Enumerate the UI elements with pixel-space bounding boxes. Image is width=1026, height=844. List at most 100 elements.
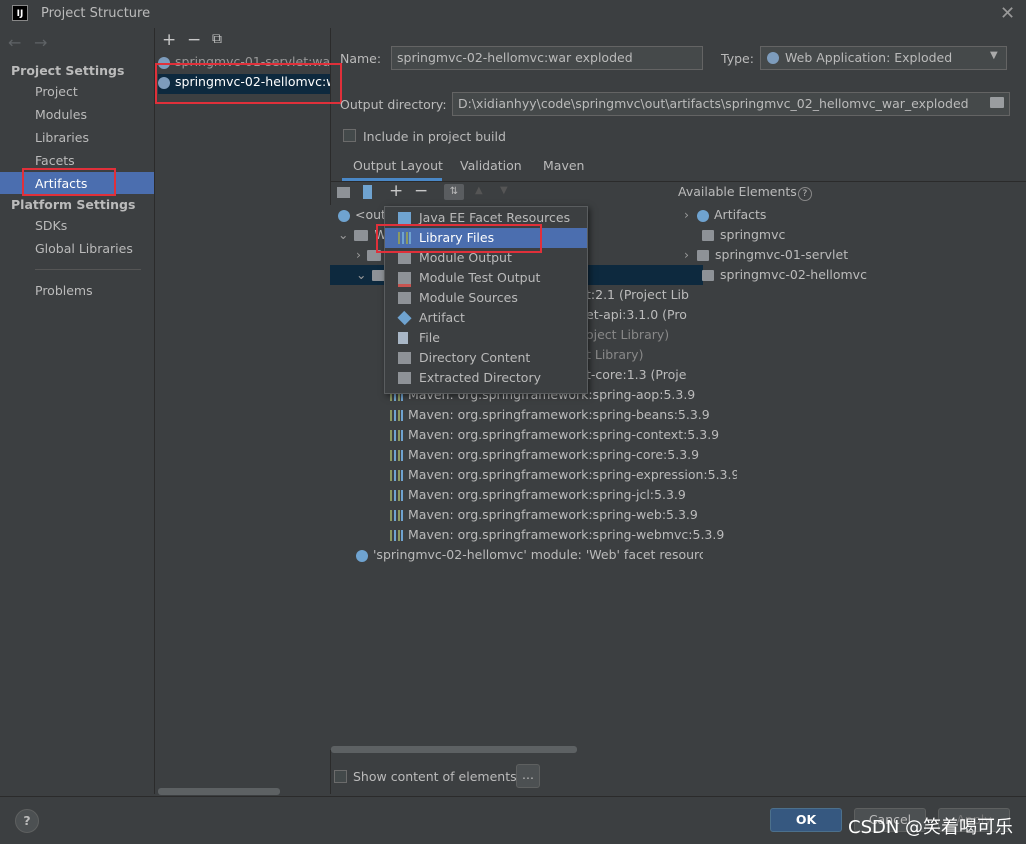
menu-item-label: File	[419, 330, 440, 345]
facet-resources-icon	[398, 212, 411, 224]
chevron-right-icon[interactable]: ›	[684, 247, 689, 262]
nav-separator	[35, 269, 141, 270]
type-select[interactable]: Web Application: Exploded	[760, 46, 1007, 70]
maven-lib-label: Maven: org.springframework:spring-jcl:5.…	[408, 487, 686, 502]
menu-item-extracted-directory[interactable]: Extracted Directory	[385, 368, 587, 388]
output-directory-field[interactable]: D:\xidianhyy\code\springmvc\out\artifact…	[452, 92, 1010, 116]
available-item-hellomvc[interactable]: springmvc-02-hellomvc	[702, 265, 867, 285]
extracted-directory-icon	[398, 372, 411, 384]
menu-item-label: Java EE Facet Resources	[419, 210, 571, 225]
library-icon	[390, 450, 403, 461]
artifacts-highlight-box	[22, 168, 116, 196]
chevron-down-icon[interactable]: ⌄	[356, 267, 366, 282]
footer-separator	[0, 796, 1026, 797]
available-item-label: springmvc	[720, 227, 786, 242]
menu-item-artifact[interactable]: Artifact	[385, 308, 587, 328]
available-elements-title: Available Elements?	[678, 184, 812, 201]
remove-element-icon[interactable]: −	[414, 181, 428, 201]
available-item-label: springmvc-02-hellomvc	[720, 267, 867, 282]
menu-item-file[interactable]: File	[385, 328, 587, 348]
window-title: Project Structure	[41, 6, 151, 21]
maven-lib-label: Maven: org.springframework:spring-contex…	[408, 427, 720, 442]
available-item-label: Artifacts	[714, 207, 767, 222]
forward-arrow-icon[interactable]: →	[34, 33, 47, 52]
close-icon[interactable]: ✕	[1000, 3, 1015, 24]
browse-folder-icon[interactable]	[990, 97, 1004, 108]
chevron-right-icon[interactable]: ›	[356, 247, 361, 262]
artifacts-icon	[697, 209, 709, 222]
tree-row-maven-lib[interactable]: Maven: org.springframework:spring-jcl:5.…	[330, 485, 737, 505]
available-item-artifacts[interactable]: › Artifacts	[684, 205, 766, 225]
help-button[interactable]: ?	[15, 809, 39, 833]
tab-output-layout[interactable]: Output Layout	[353, 158, 443, 173]
tab-validation[interactable]: Validation	[460, 158, 522, 173]
ok-button[interactable]: OK	[770, 808, 842, 832]
back-arrow-icon[interactable]: ←	[8, 33, 21, 52]
nav-item-problems[interactable]: Problems	[35, 283, 93, 298]
tree-row-maven-lib[interactable]: Maven: org.springframework:spring-expres…	[330, 465, 737, 485]
menu-item-directory-content[interactable]: Directory Content	[385, 348, 587, 368]
move-down-icon[interactable]: ▼	[500, 185, 508, 196]
menu-item-label: Extracted Directory	[419, 370, 541, 385]
remove-artifact-icon[interactable]: −	[187, 30, 201, 50]
artifact-icon	[397, 310, 412, 326]
available-item-servlet[interactable]: › springmvc-01-servlet	[684, 245, 848, 265]
chevron-right-icon[interactable]: ›	[684, 207, 689, 222]
include-in-build-checkbox[interactable]	[343, 129, 356, 142]
folder-icon	[354, 230, 369, 241]
library-icon	[390, 490, 403, 501]
tree-row-maven-lib[interactable]: Maven: org.springframework:spring-beans:…	[330, 405, 737, 425]
partial-row-text: oject Library)	[586, 327, 670, 342]
show-content-checkbox[interactable]	[334, 770, 347, 783]
available-item-springmvc[interactable]: springmvc	[702, 225, 785, 245]
copy-artifact-icon[interactable]: ⧉	[212, 31, 222, 47]
name-field[interactable]: springmvc-02-hellomvc:war exploded	[391, 46, 703, 70]
type-value: Web Application: Exploded	[785, 50, 953, 65]
menu-item-module-test-output[interactable]: Module Test Output	[385, 268, 587, 288]
create-archive-icon[interactable]	[363, 185, 372, 199]
tree-row-maven-lib[interactable]: Maven: org.springframework:spring-webmvc…	[330, 525, 737, 545]
tree-row-maven-lib[interactable]: Maven: org.springframework:spring-contex…	[330, 425, 737, 445]
menu-item-label: Artifact	[419, 310, 465, 325]
library-icon	[390, 470, 403, 481]
folder-icon	[398, 352, 411, 364]
menu-item-module-sources[interactable]: Module Sources	[385, 288, 587, 308]
tree-row-maven-lib[interactable]: Maven: org.springframework:spring-web:5.…	[330, 505, 737, 525]
title-bar	[0, 0, 1026, 28]
tree-row-maven-lib[interactable]: Maven: org.springframework:spring-core:5…	[330, 445, 737, 465]
available-title-text: Available Elements	[678, 184, 797, 199]
nav-item-modules[interactable]: Modules	[35, 107, 87, 122]
tab-separator	[330, 181, 1026, 182]
module-icon	[702, 270, 714, 281]
tree-horizontal-scrollbar[interactable]	[331, 746, 577, 753]
module-test-output-icon	[398, 272, 411, 287]
nav-item-global-libraries[interactable]: Global Libraries	[35, 241, 133, 256]
artifact-list-scrollbar[interactable]	[158, 788, 280, 795]
partial-row-text: et-api:3.1.0 (Pro	[586, 307, 687, 322]
menu-item-label: Module Test Output	[419, 270, 541, 285]
show-content-options-button[interactable]: ...	[516, 764, 540, 788]
type-label: Type:	[721, 51, 754, 66]
chevron-down-icon[interactable]: ▼	[990, 50, 998, 61]
help-icon[interactable]: ?	[797, 187, 812, 201]
create-directory-icon[interactable]	[337, 187, 350, 198]
add-copy-of-icon[interactable]: +	[389, 181, 403, 201]
nav-item-libraries[interactable]: Libraries	[35, 130, 89, 145]
artifact-highlight-box	[155, 63, 342, 104]
library-files-highlight-box	[376, 224, 542, 253]
web-facet-icon	[356, 549, 368, 562]
move-up-icon[interactable]: ▲	[475, 185, 483, 196]
nav-item-project[interactable]: Project	[35, 84, 78, 99]
add-artifact-icon[interactable]: +	[162, 30, 176, 50]
module-output-icon	[398, 252, 411, 264]
chevron-down-icon[interactable]: ⌄	[338, 227, 348, 242]
nav-item-facets[interactable]: Facets	[35, 153, 75, 168]
tree-row-facet-resources[interactable]: 'springmvc-02-hellomvc' module: 'Web' fa…	[330, 545, 703, 565]
project-settings-header: Project Settings	[11, 63, 125, 78]
tab-maven[interactable]: Maven	[543, 158, 584, 173]
menu-item-label: Directory Content	[419, 350, 531, 365]
nav-item-sdks[interactable]: SDKs	[35, 218, 67, 233]
show-content-label: Show content of elements	[353, 769, 517, 784]
sort-elements-icon[interactable]: ⇅	[444, 184, 464, 200]
library-icon	[390, 430, 403, 441]
